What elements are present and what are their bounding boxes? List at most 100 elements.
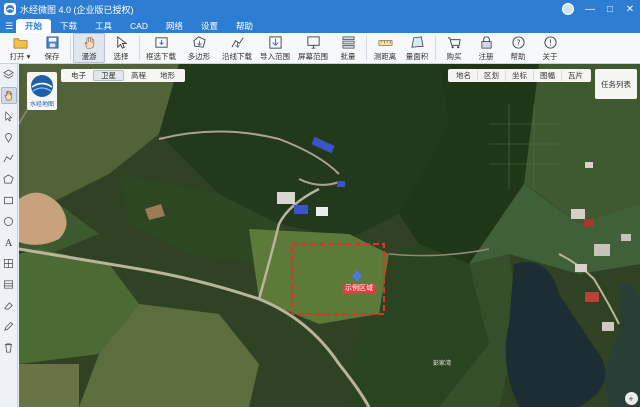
pointer-icon — [116, 36, 127, 49]
main-toolbar: 打开 ▾ 保存 漫游 选择 框选下载 多边形 沿线下载 导入范围 屏幕范围 批量 — [0, 33, 640, 64]
pointer-icon — [5, 111, 13, 122]
save-button[interactable]: 保存 — [36, 33, 68, 63]
batch-button[interactable]: 批量 — [332, 33, 364, 63]
pan-label: 漫游 — [81, 52, 97, 61]
batch-icon — [342, 36, 354, 49]
help-label: 帮助 — [510, 52, 526, 61]
measure-area-label: 量面积 — [405, 52, 429, 61]
menu-settings[interactable]: 设置 — [192, 19, 227, 33]
screen-range-button[interactable]: 屏幕范围 — [294, 33, 332, 63]
select-button[interactable]: 选择 — [105, 33, 137, 63]
line-tool[interactable] — [1, 150, 17, 167]
task-list-button[interactable]: 任务列表 — [595, 69, 637, 99]
area-icon — [410, 36, 424, 48]
erase-tool[interactable] — [1, 297, 17, 314]
overlay-map-sheets[interactable]: 图幅 — [533, 70, 561, 81]
svg-text:!: ! — [548, 38, 551, 47]
screen-icon — [306, 36, 320, 49]
menu-cad[interactable]: CAD — [121, 19, 157, 33]
map-view[interactable]: 水经地图 电子 卫星 高程 地形 地名 区划 坐标 图幅 瓦片 任务列表 示例区… — [19, 64, 640, 407]
app-logo-icon — [4, 3, 16, 15]
line-download-button[interactable]: 沿线下载 — [218, 33, 256, 63]
polygon-tool[interactable] — [1, 171, 17, 188]
circle-tool[interactable] — [1, 213, 17, 230]
satellite-imagery — [19, 64, 640, 407]
register-label: 注册 — [478, 52, 494, 61]
line-download-label: 沿线下载 — [222, 52, 252, 61]
map-type-electronic[interactable]: 电子 — [64, 70, 93, 81]
overlay-coordinates[interactable]: 坐标 — [505, 70, 533, 81]
toolbar-divider — [435, 36, 436, 60]
menu-tools[interactable]: 工具 — [86, 19, 121, 33]
menu-network[interactable]: 网络 — [157, 19, 192, 33]
rectangle-icon — [4, 196, 13, 205]
overlay-tiles[interactable]: 瓦片 — [561, 70, 589, 81]
folder-icon — [13, 38, 27, 49]
marker-tool[interactable] — [1, 129, 17, 146]
measure-distance-label: 测距离 — [373, 52, 397, 61]
zoom-controls: + — [624, 390, 638, 405]
text-tool[interactable]: A — [1, 234, 17, 251]
table-tool[interactable] — [1, 276, 17, 293]
buy-button[interactable]: 购买 — [438, 33, 470, 63]
polygon-label: 多边形 — [187, 52, 211, 61]
delete-tool[interactable] — [1, 339, 17, 356]
maximize-button[interactable]: □ — [600, 0, 620, 18]
overlay-divisions[interactable]: 区划 — [477, 70, 505, 81]
map-type-satellite[interactable]: 卫星 — [93, 70, 124, 81]
menu-download[interactable]: 下载 — [51, 19, 86, 33]
map-overlay-tools: 地名 区划 坐标 图幅 瓦片 — [448, 69, 591, 82]
globe-icon — [31, 75, 53, 97]
toolbar-divider — [366, 36, 367, 60]
measure-area-button[interactable]: 量面积 — [401, 33, 433, 63]
close-button[interactable]: ✕ — [620, 0, 640, 18]
polygon-button[interactable]: 多边形 — [180, 33, 218, 63]
pan-tool[interactable] — [0, 87, 17, 104]
polygon-icon — [192, 36, 206, 48]
frame-download-icon — [154, 37, 168, 48]
about-button[interactable]: ! 关于 — [534, 33, 566, 63]
minimize-button[interactable]: — — [580, 0, 600, 18]
ruler-icon — [378, 40, 392, 46]
polyline-icon — [3, 154, 14, 163]
measure-distance-button[interactable]: 测距离 — [369, 33, 401, 63]
layers-tool[interactable] — [1, 66, 17, 83]
lock-icon — [480, 36, 492, 49]
open-label: 打开 ▾ — [9, 52, 31, 61]
buy-label: 购买 — [446, 52, 462, 61]
help-button[interactable]: ? 帮助 — [502, 33, 534, 63]
map-logo: 水经地图 — [27, 72, 57, 110]
hamburger-menu-icon[interactable]: ☰ — [2, 19, 16, 33]
user-avatar[interactable] — [562, 3, 574, 15]
zoom-in-button[interactable]: + — [624, 392, 638, 405]
pointer-tool[interactable] — [1, 108, 17, 125]
line-download-icon — [231, 37, 243, 48]
about-label: 关于 — [542, 52, 558, 61]
import-range-label: 导入范围 — [260, 52, 290, 61]
menu-start[interactable]: 开始 — [16, 19, 52, 33]
text-icon: A — [4, 238, 12, 248]
import-range-button[interactable]: 导入范围 — [256, 33, 294, 63]
pan-button[interactable]: 漫游 — [73, 33, 105, 63]
map-type-elevation[interactable]: 高程 — [124, 70, 153, 81]
edit-tool[interactable] — [1, 318, 17, 335]
svg-text:?: ? — [516, 38, 520, 47]
menu-help[interactable]: 帮助 — [227, 19, 262, 33]
region-label[interactable]: 示例区域 — [343, 284, 375, 294]
toolbar-divider — [139, 36, 140, 60]
open-button[interactable]: 打开 ▾ — [4, 33, 36, 63]
map-pin-icon — [5, 133, 12, 143]
select-label: 选择 — [113, 52, 129, 61]
rectangle-tool[interactable] — [1, 192, 17, 209]
title-bar: 水经微图 4.0 (企业版已授权) — □ ✕ — [0, 0, 640, 18]
map-type-terrain[interactable]: 地形 — [153, 70, 182, 81]
left-drawing-toolbar: A — [0, 64, 18, 407]
hand-icon — [4, 91, 12, 101]
cart-icon — [447, 37, 461, 49]
grid-tool[interactable] — [1, 255, 17, 272]
frame-download-button[interactable]: 框选下载 — [142, 33, 180, 63]
hand-icon — [84, 37, 94, 49]
overlay-place-names[interactable]: 地名 — [450, 70, 477, 81]
register-button[interactable]: 注册 — [470, 33, 502, 63]
circle-icon — [4, 217, 13, 226]
